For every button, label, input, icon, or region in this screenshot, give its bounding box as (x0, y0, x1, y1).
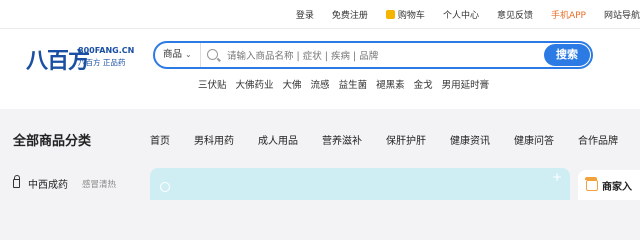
plus-icon: + (551, 170, 562, 184)
feedback-link[interactable]: 意见反馈 (497, 8, 533, 21)
hotword-item[interactable]: 大佛药业 (236, 77, 274, 91)
shop-icon (585, 176, 598, 191)
nav-items: 首页 男科用药 成人用品 营养滋补 保肝护肝 健康资讯 健康问答 合作品牌⌄ (150, 132, 640, 147)
nav-item-nutrition[interactable]: 营养滋补 (322, 132, 362, 147)
medicine-icon (13, 175, 20, 188)
logo-tagline: 八百方 正品药 (78, 58, 126, 67)
sidebar-item-label: 中西成药 (28, 180, 68, 191)
nav-item-liver-care[interactable]: 保肝护肝 (386, 132, 426, 147)
chevron-down-icon: ⌄ (185, 50, 192, 59)
search-box: 商品⌄ 搜索 (153, 41, 593, 69)
login-link[interactable]: 登录 (296, 8, 314, 21)
search-icon (207, 49, 218, 60)
nav-item-mens-medicine[interactable]: 男科用药 (194, 132, 234, 147)
nav-item-partner-brands-label: 合作品牌 (578, 136, 618, 147)
hotword-item[interactable]: 三伏贴 (198, 77, 227, 91)
top-links: 登录 免费注册 购物车 个人中心 意见反馈 手机APP 网站导航 (296, 0, 640, 28)
nav-item-health-news[interactable]: 健康资讯 (450, 132, 490, 147)
logo-domain: 800FANG.CN (78, 46, 135, 55)
hot-keywords: 三伏贴 大佛药业 大佛 流感 益生菌 褪黑素 金戈 男用延时膏 (198, 77, 489, 91)
hotword-item[interactable]: 流感 (311, 77, 330, 91)
register-link[interactable]: 免费注册 (332, 8, 368, 21)
hotword-item[interactable]: 大佛 (283, 77, 302, 91)
user-center-link[interactable]: 个人中心 (443, 8, 479, 21)
hotword-item[interactable]: 褪黑素 (376, 77, 405, 91)
cart-link[interactable]: 购物车 (385, 8, 425, 21)
hotword-item[interactable]: 金戈 (414, 77, 433, 91)
sidebar-subitem[interactable]: 感冒清热 (82, 178, 116, 190)
mobile-app-link[interactable]: 手机APP (551, 8, 586, 21)
search-input[interactable] (225, 46, 509, 66)
circle-icon (160, 182, 170, 192)
top-bar: 登录 免费注册 购物车 个人中心 意见反馈 手机APP 网站导航 (0, 0, 640, 29)
merchant-entry-label: 商家入 (602, 181, 632, 193)
header: 八百方 800FANG.CN 八百方 正品药 商品⌄ 搜索 三伏贴 大佛药业 大… (0, 29, 640, 109)
nav-item-partner-brands[interactable]: 合作品牌⌄ (578, 132, 640, 147)
cart-icon (385, 9, 395, 19)
search-category-label: 商品 (163, 49, 183, 60)
main-nav: 全部商品分类 首页 男科用药 成人用品 营养滋补 保肝护肝 健康资讯 健康问答 … (0, 110, 640, 170)
search-button[interactable]: 搜索 (544, 44, 590, 66)
promo-banner[interactable]: + (150, 168, 570, 200)
cart-label: 购物车 (397, 10, 425, 21)
search-category-select[interactable]: 商品 ⌄ (163, 43, 201, 67)
hotword-item[interactable]: 益生菌 (339, 77, 368, 91)
nav-item-health-qa[interactable]: 健康问答 (514, 132, 554, 147)
site-nav-link[interactable]: 网站导航 (604, 8, 640, 21)
logo[interactable]: 八百方 800FANG.CN 八百方 正品药 (26, 43, 134, 79)
nav-item-home[interactable]: 首页 (150, 132, 170, 147)
nav-item-adult-products[interactable]: 成人用品 (258, 132, 298, 147)
hotword-item[interactable]: 男用延时膏 (442, 77, 490, 91)
merchant-entry[interactable]: 商家入 (578, 170, 640, 200)
all-categories-title[interactable]: 全部商品分类 (13, 130, 91, 149)
sidebar-item-chinese-western-medicine[interactable]: 中西成药 感冒清热 (13, 175, 116, 191)
